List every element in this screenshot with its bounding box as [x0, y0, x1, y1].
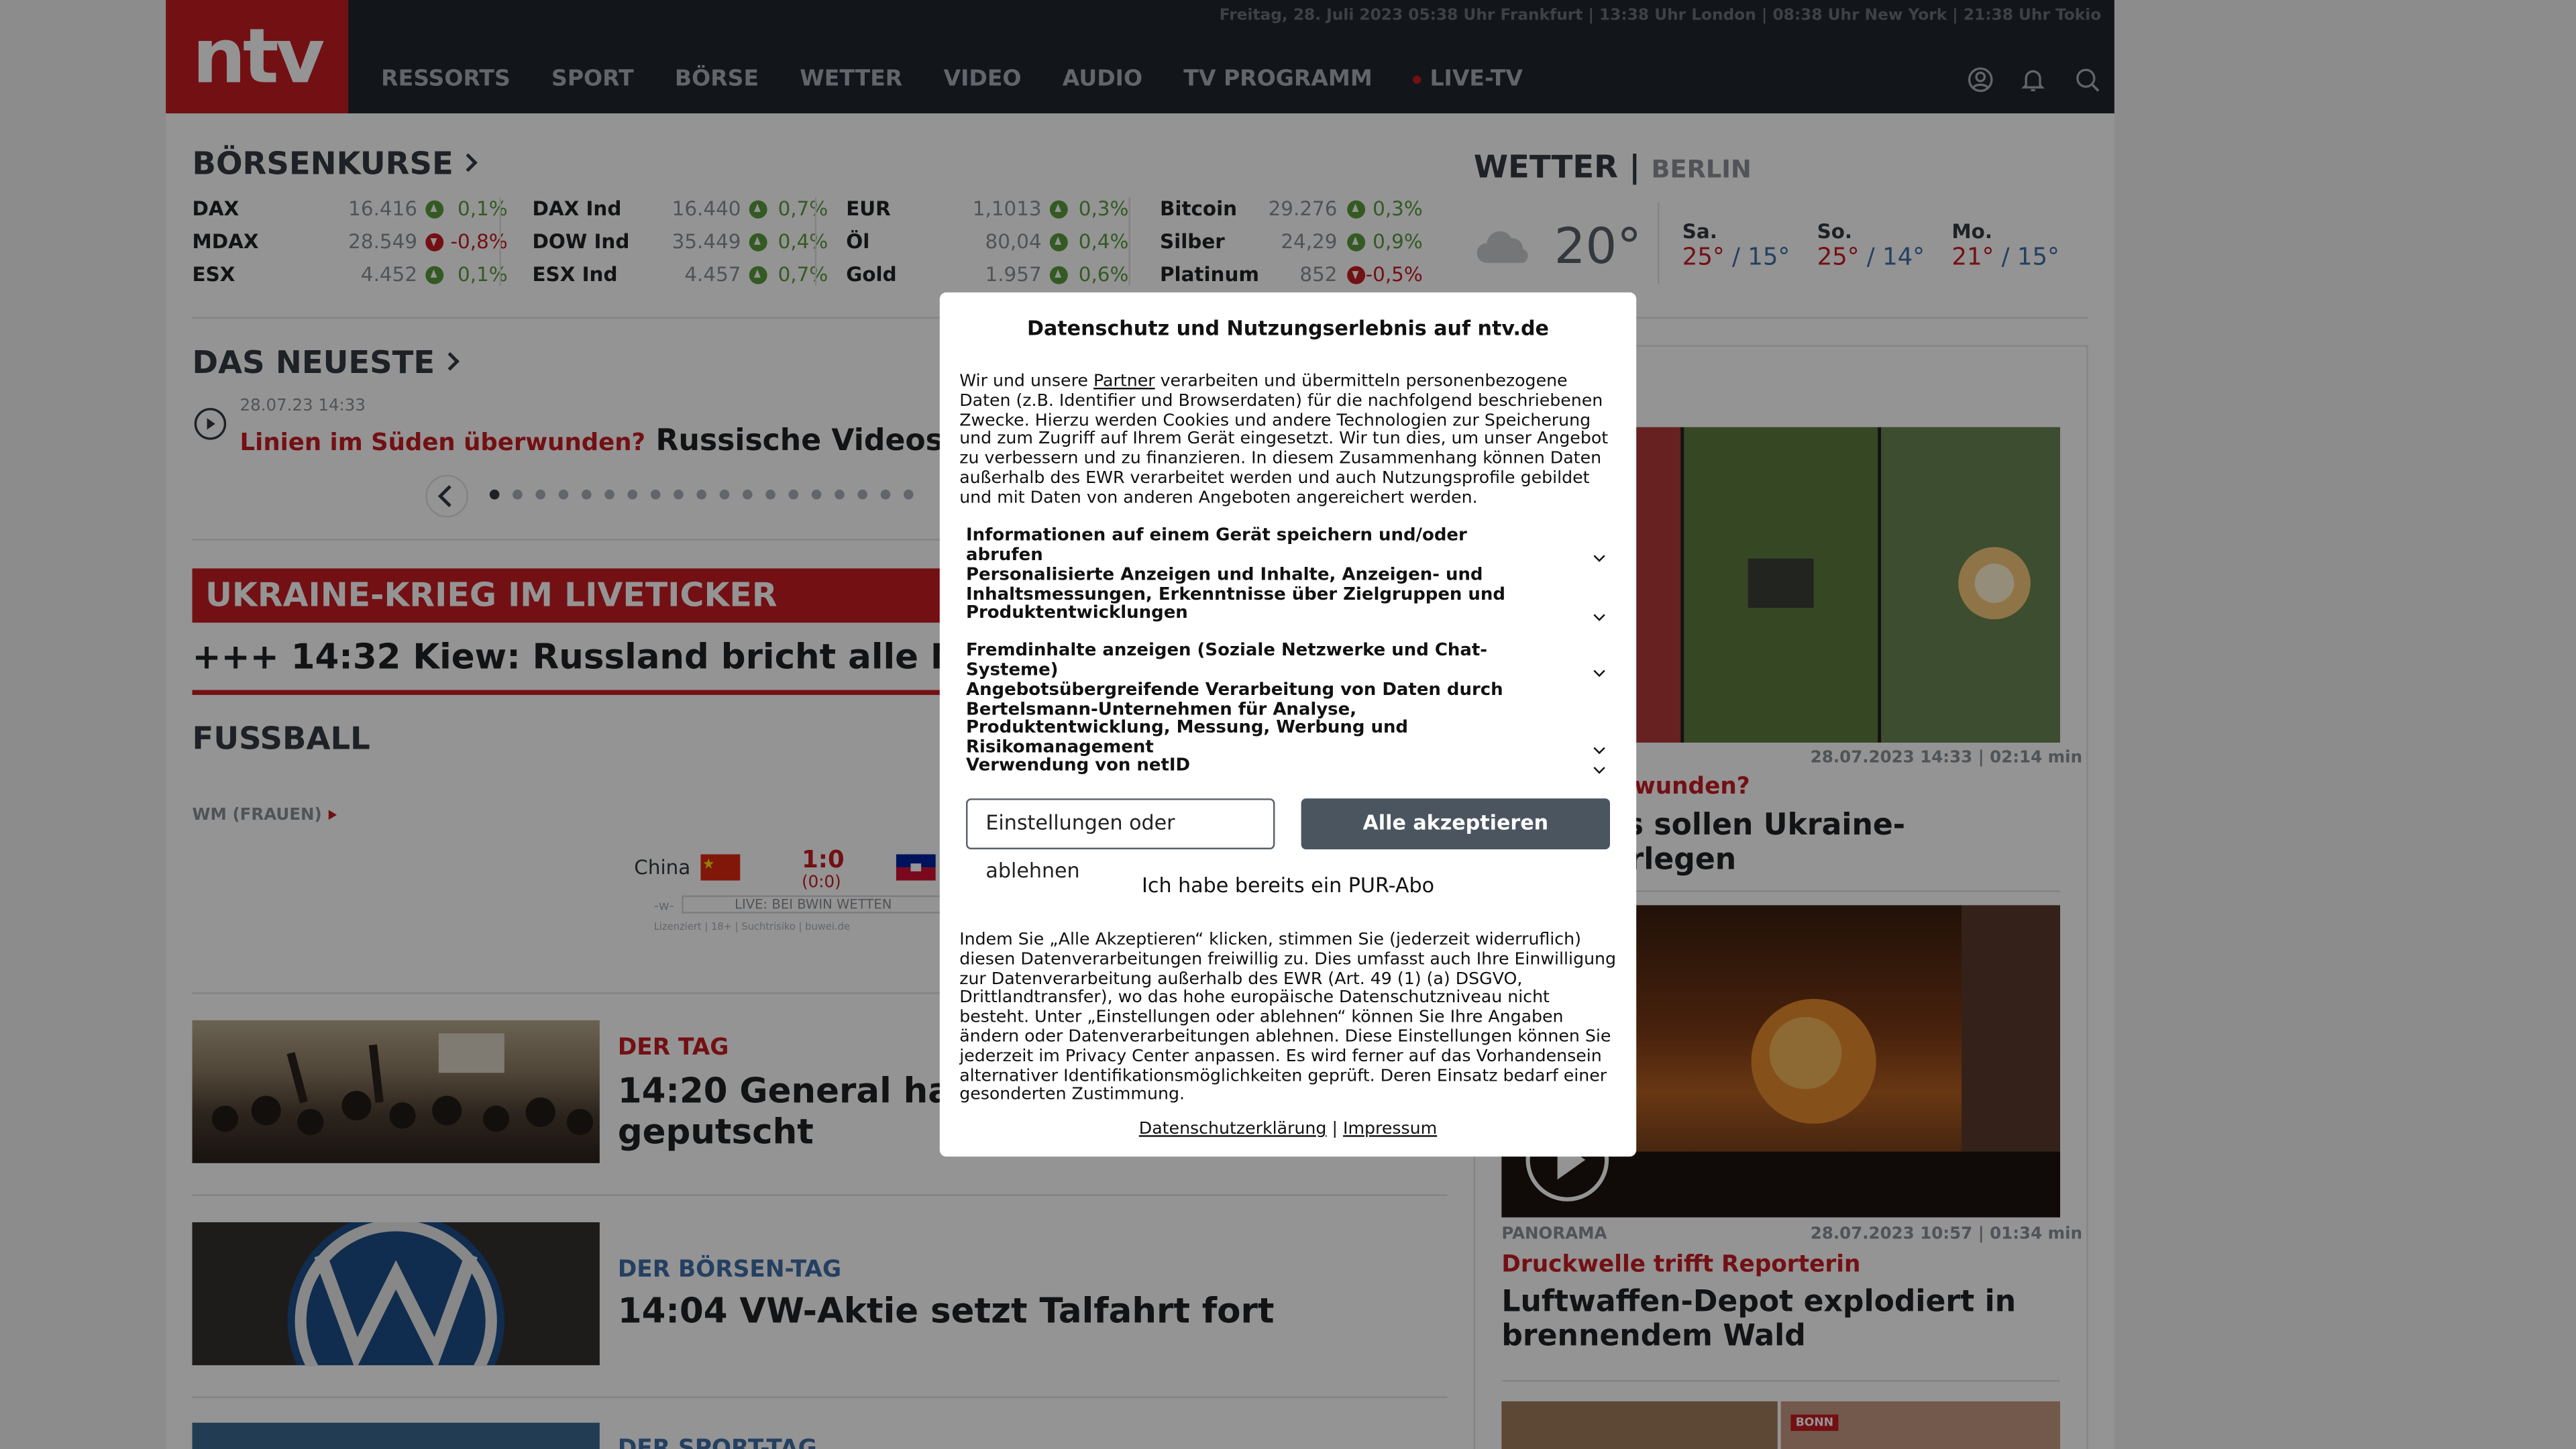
accept-all-button[interactable]: Alle akzeptieren [1301, 798, 1610, 850]
consent-links: Datenschutzerklärung | Impressum [1138, 1118, 1438, 1139]
purpose-personalized-ads[interactable]: Personalisierte Anzeigen und Inhalte, An… [966, 566, 1610, 623]
browser-viewport: ntv Freitag, 28. Juli 2023 05:38 Uhr Fra… [0, 0, 2576, 1449]
chevron-down-icon [1593, 608, 1605, 621]
pur-abo-link[interactable]: Ich habe bereits ein PUR-Abo [940, 875, 1636, 897]
privacy-link[interactable]: Datenschutzerklärung [1139, 1119, 1327, 1138]
consent-dialog: Datenschutz und Nutzungserlebnis auf ntv… [939, 292, 1637, 1157]
settings-reject-button[interactable]: Einstellungen oder ablehnen [966, 798, 1275, 882]
purpose-device-storage[interactable]: Informationen auf einem Gerät speichern … [966, 526, 1610, 565]
chevron-down-icon [1593, 550, 1605, 562]
chevron-down-icon [1593, 665, 1605, 678]
partner-link[interactable]: Partner [1093, 371, 1155, 391]
consent-title: Datenschutz und Nutzungserlebnis auf ntv… [1026, 317, 1550, 340]
purpose-bertelsmann[interactable]: Angebotsübergreifende Verarbeitung von D… [966, 680, 1610, 757]
chevron-down-icon [1593, 761, 1605, 773]
purpose-third-party-content[interactable]: Fremdinhalte anzeigen (Soziale Netzwerke… [966, 641, 1610, 680]
consent-intro: Wir und unsere Partner verarbeiten und ü… [959, 371, 1609, 508]
imprint-link[interactable]: Impressum [1343, 1119, 1437, 1138]
purpose-netid[interactable]: Verwendung von netID [966, 757, 1610, 776]
consent-footer-text: Indem Sie „Alle Akzeptieren“ klicken, st… [959, 930, 1617, 1105]
chevron-down-icon [1593, 742, 1605, 755]
